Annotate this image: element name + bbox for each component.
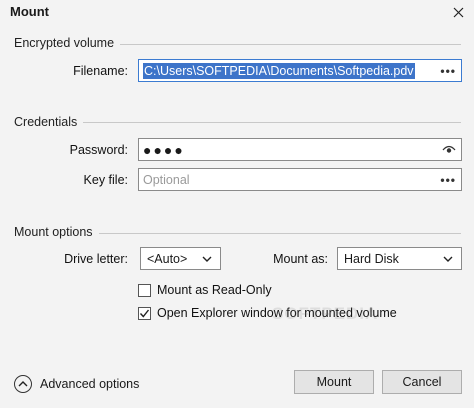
chevron-up-icon bbox=[14, 375, 32, 393]
section-encrypted-volume: Encrypted volume bbox=[14, 36, 121, 50]
open-explorer-checkbox[interactable] bbox=[138, 307, 151, 320]
password-value: ●●●● bbox=[143, 141, 185, 158]
mount-button[interactable]: Mount bbox=[294, 370, 374, 394]
close-button[interactable] bbox=[445, 0, 471, 24]
advanced-options-label: Advanced options bbox=[40, 377, 140, 391]
keyfile-placeholder: Optional bbox=[143, 172, 190, 187]
filename-browse-button[interactable]: ••• bbox=[440, 64, 456, 78]
close-icon bbox=[453, 7, 463, 17]
chevron-down-icon bbox=[202, 256, 212, 262]
password-input[interactable]: ●●●● bbox=[138, 138, 462, 161]
drive-letter-value: <Auto> bbox=[147, 251, 188, 266]
keyfile-input[interactable]: Optional ••• bbox=[138, 168, 462, 191]
keyfile-browse-button[interactable]: ••• bbox=[440, 173, 456, 187]
section-credentials: Credentials bbox=[14, 115, 84, 129]
drive-letter-label: Drive letter: bbox=[64, 252, 128, 266]
read-only-checkbox[interactable] bbox=[138, 284, 151, 297]
chevron-down-icon bbox=[443, 256, 453, 262]
advanced-options-toggle[interactable]: Advanced options bbox=[14, 375, 139, 393]
drive-letter-select[interactable]: <Auto> bbox=[140, 247, 221, 270]
mount-as-value: Hard Disk bbox=[344, 251, 399, 266]
filename-value: C:\Users\SOFTPEDIA\Documents\Softpedia.p… bbox=[143, 62, 415, 79]
filename-input[interactable]: C:\Users\SOFTPEDIA\Documents\Softpedia.p… bbox=[138, 59, 462, 82]
cancel-button[interactable]: Cancel bbox=[382, 370, 462, 394]
filename-label: Filename: bbox=[73, 64, 128, 78]
window-title: Mount bbox=[10, 4, 49, 19]
keyfile-label: Key file: bbox=[83, 173, 128, 187]
watermark: SOFTPEDIA bbox=[272, 304, 379, 323]
checkmark-icon bbox=[139, 309, 150, 318]
section-mount-options: Mount options bbox=[14, 225, 99, 239]
read-only-label[interactable]: Mount as Read-Only bbox=[157, 283, 272, 297]
eye-icon[interactable] bbox=[442, 142, 456, 156]
mount-as-label: Mount as: bbox=[273, 252, 328, 266]
mount-as-select[interactable]: Hard Disk bbox=[337, 247, 462, 270]
password-label: Password: bbox=[69, 143, 128, 157]
